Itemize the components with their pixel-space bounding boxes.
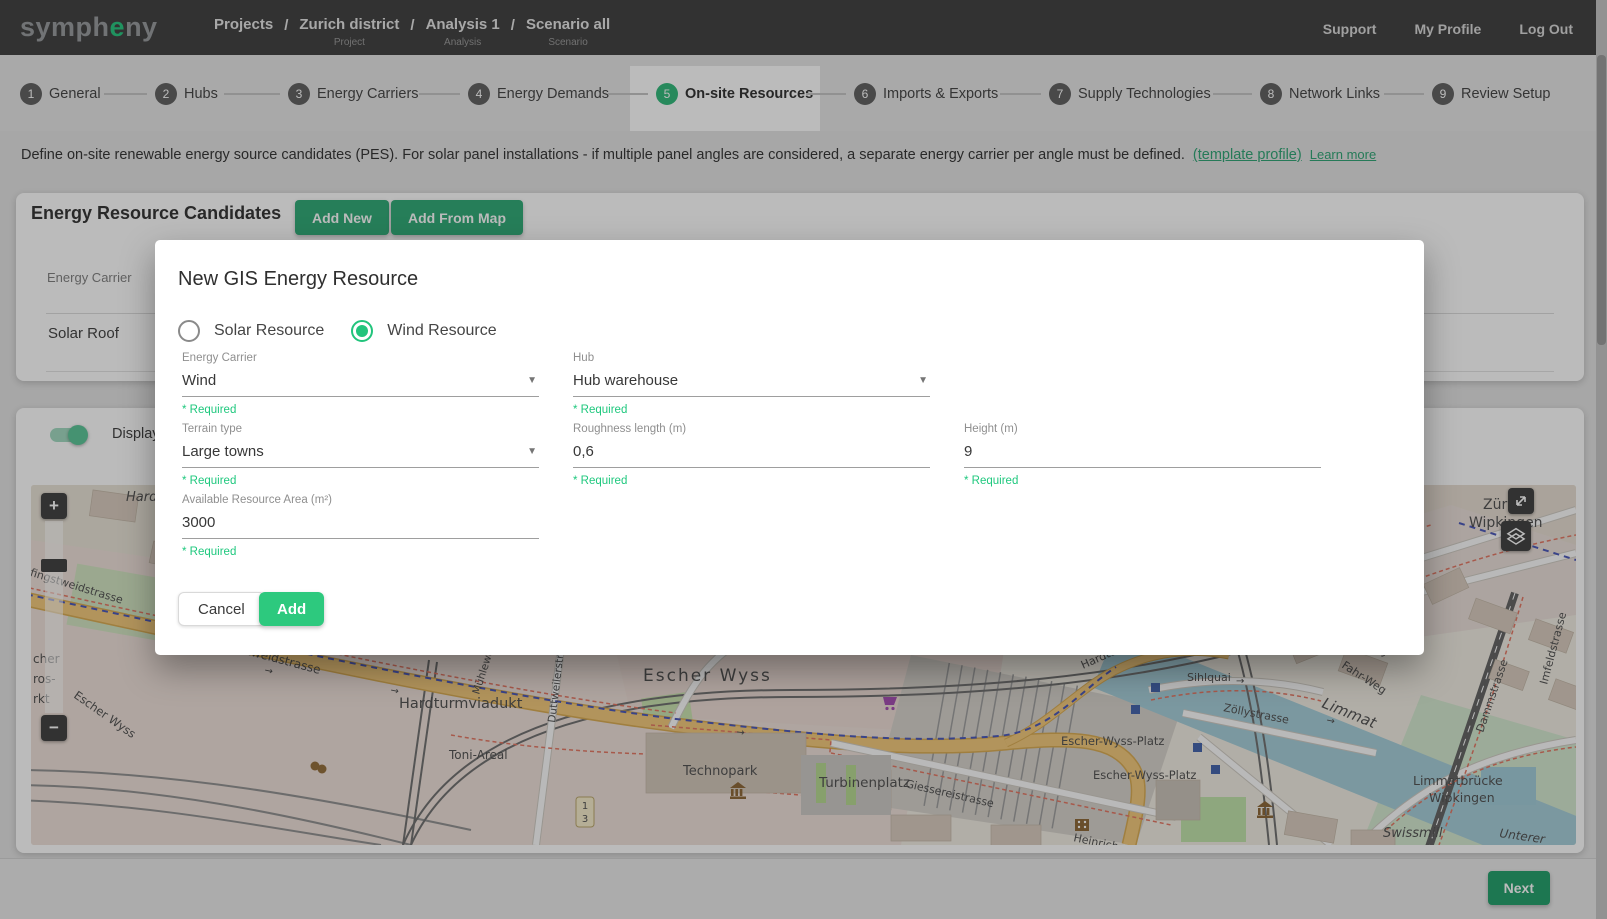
field-label: Height (m) (964, 423, 1321, 435)
height-input[interactable]: 9 (964, 438, 1321, 468)
energy-carrier-field: Energy Carrier Wind ▼ * Required (182, 352, 539, 416)
hub-select[interactable]: Hub warehouse ▼ (573, 367, 930, 397)
chevron-down-icon: ▼ (527, 446, 537, 457)
app-screen: sympheny Projects / Zurich district Proj… (0, 0, 1607, 919)
required-hint: * Required (182, 546, 539, 558)
required-hint: * Required (573, 404, 930, 416)
field-value: Wind (182, 372, 216, 389)
available-resource-area-field: Available Resource Area (m²) 3000 * Requ… (182, 494, 539, 558)
hub-field: Hub Hub warehouse ▼ * Required (573, 352, 930, 416)
field-label: Hub (573, 352, 930, 364)
field-label: Roughness length (m) (573, 423, 930, 435)
new-gis-energy-resource-modal: New GIS Energy Resource Solar Resource W… (155, 240, 1424, 655)
height-field: Height (m) 9 * Required (964, 423, 1321, 487)
cancel-button[interactable]: Cancel (178, 592, 265, 626)
required-hint: * Required (182, 475, 539, 487)
chevron-down-icon: ▼ (527, 375, 537, 386)
wind-resource-radio[interactable]: Wind Resource (351, 320, 496, 342)
chevron-down-icon: ▼ (918, 375, 928, 386)
resource-type-radio-group: Solar Resource Wind Resource (178, 320, 497, 342)
field-value: 9 (964, 443, 972, 460)
field-label: Available Resource Area (m²) (182, 494, 539, 506)
available-resource-area-input[interactable]: 3000 (182, 509, 539, 539)
field-value: Large towns (182, 443, 264, 460)
roughness-length-field: Roughness length (m) 0,6 * Required (573, 423, 930, 487)
field-label: Energy Carrier (182, 352, 539, 364)
required-hint: * Required (573, 475, 930, 487)
radio-circle-icon (178, 320, 200, 342)
solar-resource-radio[interactable]: Solar Resource (178, 320, 324, 342)
add-button[interactable]: Add (259, 592, 324, 626)
modal-title: New GIS Energy Resource (178, 268, 418, 291)
roughness-length-input[interactable]: 0,6 (573, 438, 930, 468)
field-value: Hub warehouse (573, 372, 678, 389)
field-value: 0,6 (573, 443, 594, 460)
radio-circle-icon (351, 320, 373, 342)
required-hint: * Required (182, 404, 539, 416)
terrain-type-field: Terrain type Large towns ▼ * Required (182, 423, 539, 487)
radio-label: Wind Resource (387, 322, 496, 340)
required-hint: * Required (964, 475, 1321, 487)
terrain-type-select[interactable]: Large towns ▼ (182, 438, 539, 468)
field-value: 3000 (182, 514, 215, 531)
field-label: Terrain type (182, 423, 539, 435)
energy-carrier-select[interactable]: Wind ▼ (182, 367, 539, 397)
radio-label: Solar Resource (214, 322, 324, 340)
